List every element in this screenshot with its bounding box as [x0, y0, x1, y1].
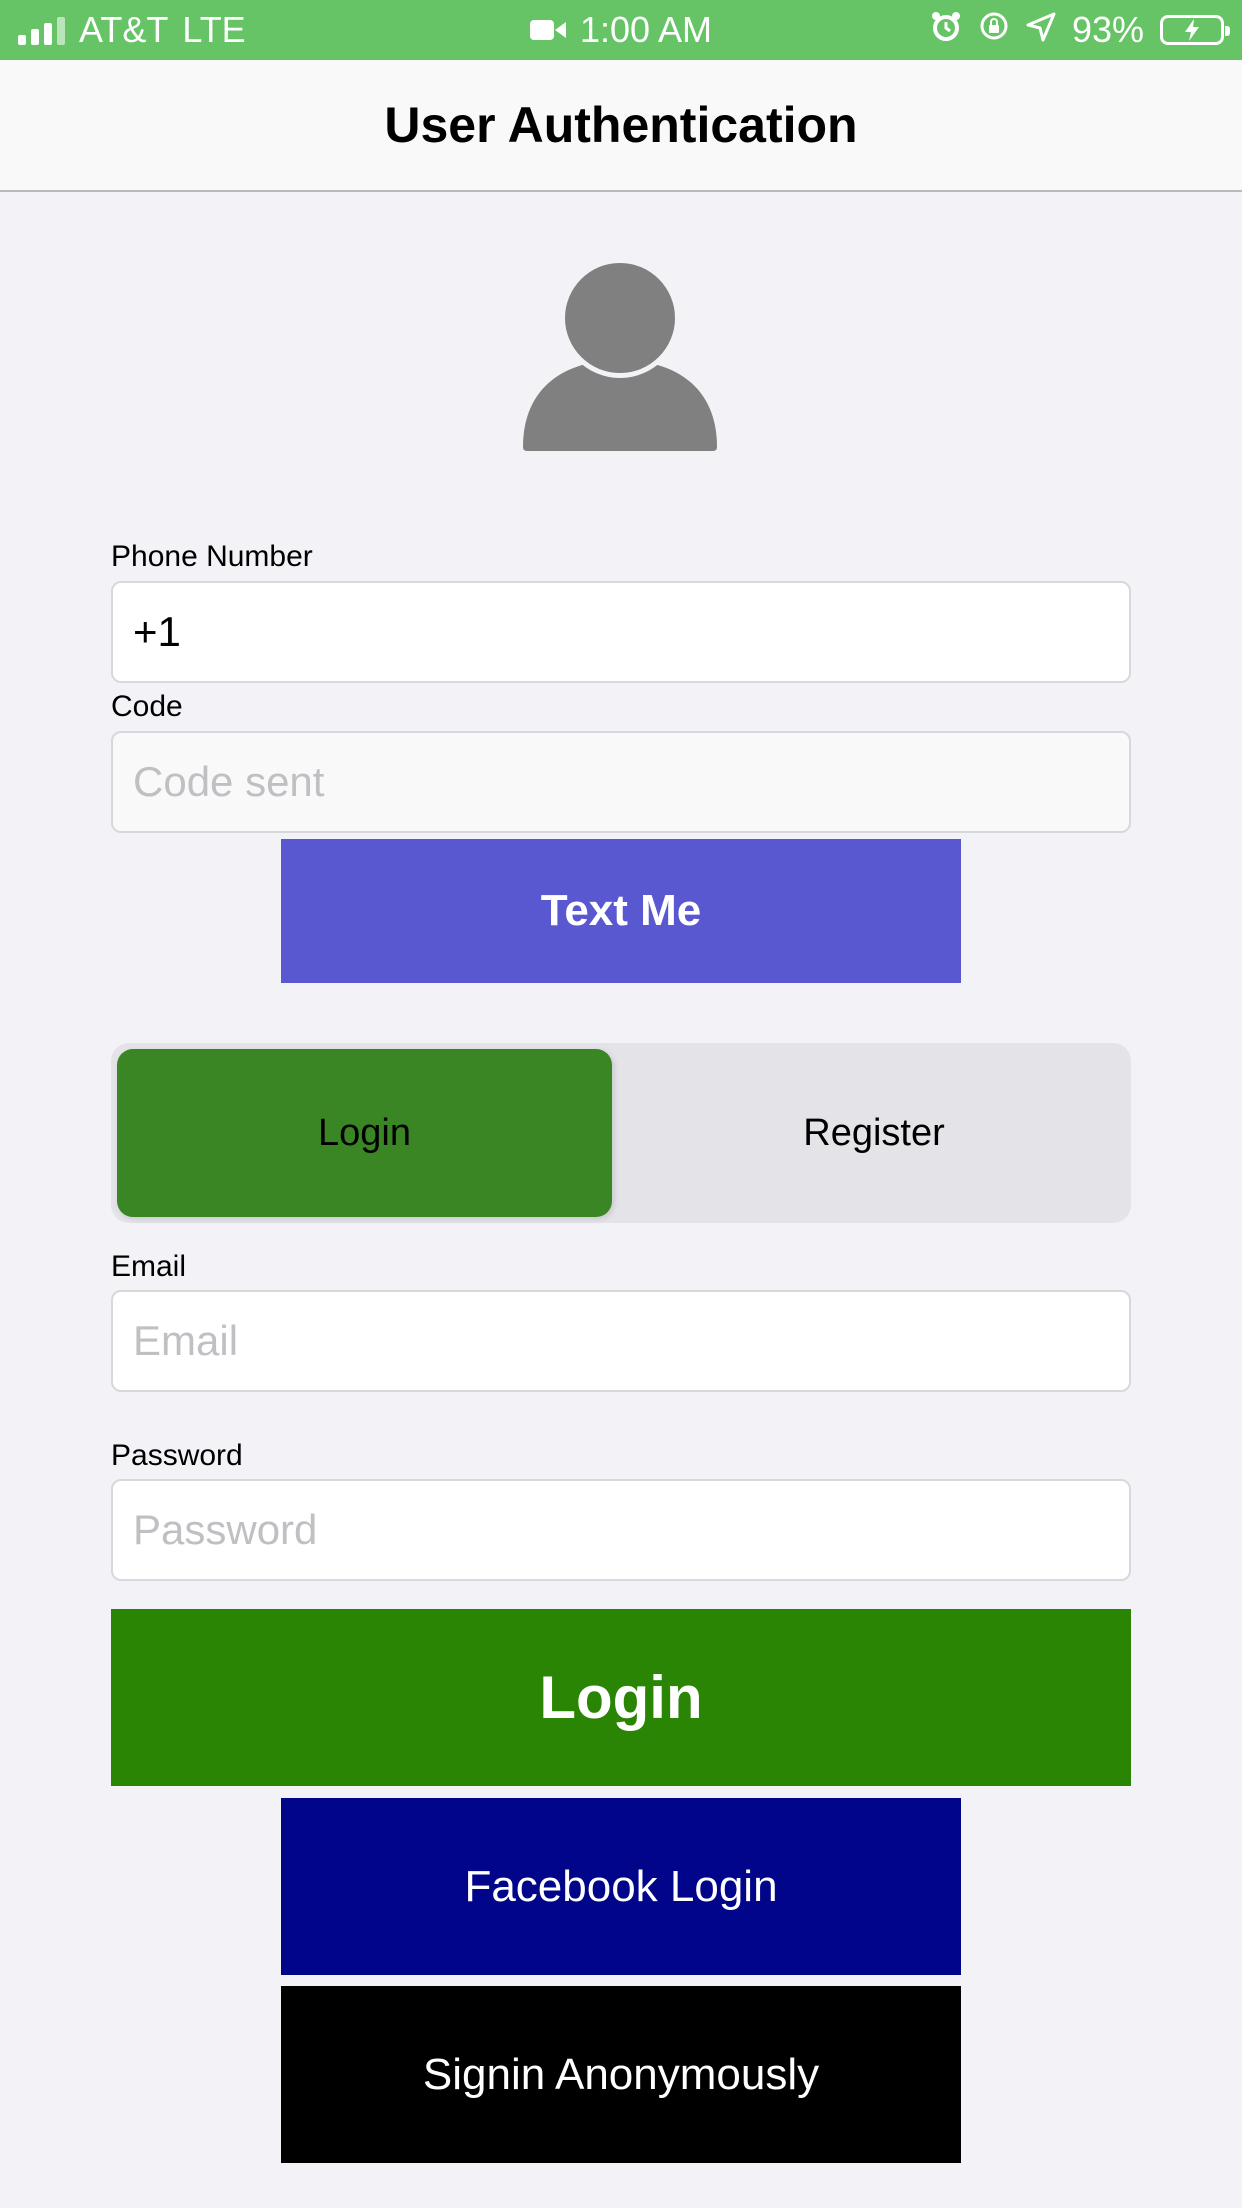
- code-input[interactable]: Code sent: [111, 731, 1131, 833]
- segment-register[interactable]: Register: [620, 1049, 1128, 1217]
- signin-anonymously-button[interactable]: Signin Anonymously: [281, 1986, 961, 2163]
- password-input[interactable]: Password: [111, 1479, 1131, 1581]
- user-avatar-icon: [520, 258, 720, 452]
- phone-number-input[interactable]: +1: [111, 581, 1131, 683]
- battery-percent: 93%: [1071, 9, 1144, 50]
- navigation-bar: User Authentication: [0, 60, 1242, 192]
- rotation-lock-icon: [978, 9, 1010, 51]
- battery-charging-icon: [1160, 15, 1230, 45]
- text-me-button[interactable]: Text Me: [281, 839, 961, 983]
- segment-login[interactable]: Login: [117, 1049, 612, 1217]
- status-time: 1:00 AM: [579, 9, 713, 50]
- code-label: Code: [111, 690, 183, 723]
- status-bar: AT&T LTE 1:00 AM 93%: [0, 0, 1242, 60]
- location-arrow-icon: [1026, 9, 1056, 51]
- page-title: User Authentication: [384, 97, 858, 153]
- phone-number-label: Phone Number: [111, 540, 313, 573]
- facebook-login-button[interactable]: Facebook Login: [281, 1798, 961, 1975]
- email-input[interactable]: Email: [111, 1290, 1131, 1392]
- password-label: Password: [111, 1439, 243, 1472]
- video-camera-icon: [529, 9, 566, 51]
- alarm-icon: [930, 9, 962, 51]
- email-label: Email: [111, 1250, 187, 1283]
- login-button[interactable]: Login: [111, 1609, 1131, 1786]
